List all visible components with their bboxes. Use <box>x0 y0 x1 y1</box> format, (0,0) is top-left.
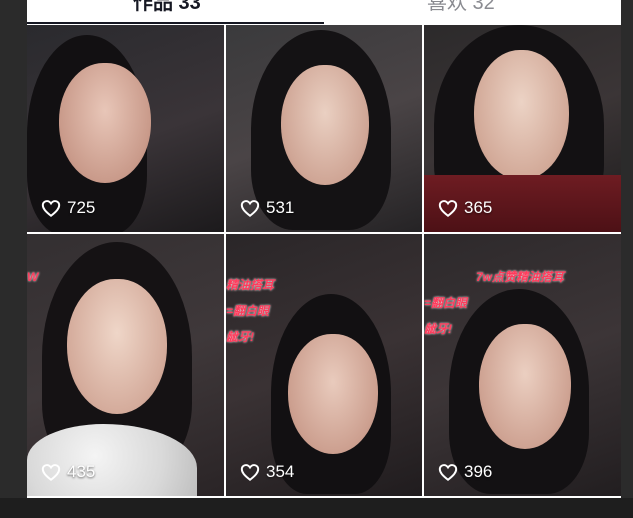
video-thumbnail[interactable]: 531 <box>226 25 422 232</box>
video-thumbnail[interactable]: 725 <box>27 25 224 232</box>
tab-works[interactable]: 作品 33 <box>133 0 201 18</box>
like-count-value: 354 <box>266 462 295 481</box>
thumbnail-face <box>288 334 378 454</box>
like-count-value: 396 <box>464 462 493 481</box>
like-count-value: 365 <box>464 198 493 217</box>
thumbnail-face <box>474 50 569 180</box>
heart-icon <box>438 200 458 217</box>
overlay-caption: =翻白眼 <box>226 304 270 318</box>
video-thumbnail[interactable]: W 435 <box>27 234 224 496</box>
overlay-caption: 龇牙! <box>424 322 452 336</box>
heart-icon <box>438 464 458 481</box>
thumbnail-face <box>479 324 571 449</box>
like-count: 725 <box>41 198 95 218</box>
next-row-peek <box>0 498 633 518</box>
like-count: 365 <box>438 198 492 218</box>
overlay-caption: 龇牙! <box>226 330 254 344</box>
like-count: 396 <box>438 462 492 482</box>
heart-icon <box>41 464 61 481</box>
like-count: 354 <box>240 462 294 482</box>
thumbnail-face <box>67 279 167 414</box>
active-tab-indicator <box>27 22 324 24</box>
profile-tabs: 作品 33 喜欢 32 <box>27 0 621 24</box>
overlay-caption: =翻白眼 <box>424 296 468 310</box>
like-count: 531 <box>240 198 294 218</box>
video-thumbnail[interactable]: 7w点赞精油搭耳 =翻白眼 龇牙! 396 <box>424 234 621 496</box>
profile-screen: 作品 33 喜欢 32 725 531 365 W 435 精油搭耳 =翻白眼 … <box>27 0 621 518</box>
overlay-caption: W <box>27 270 39 284</box>
thumbnail-face <box>59 63 151 183</box>
tab-likes[interactable]: 喜欢 32 <box>427 0 495 18</box>
video-thumbnail[interactable]: 365 <box>424 25 621 232</box>
thumbnail-face <box>281 65 369 185</box>
overlay-caption: 精油搭耳 <box>226 278 275 292</box>
like-count-value: 531 <box>266 198 295 217</box>
overlay-caption: 7w点赞精油搭耳 <box>476 270 565 284</box>
video-thumbnail[interactable]: 精油搭耳 =翻白眼 龇牙! 354 <box>226 234 422 496</box>
like-count-value: 435 <box>67 462 96 481</box>
heart-icon <box>240 464 260 481</box>
like-count: 435 <box>41 462 95 482</box>
video-grid: 725 531 365 W 435 精油搭耳 =翻白眼 龇牙! 354 7w点赞… <box>27 25 621 518</box>
heart-icon <box>240 200 260 217</box>
like-count-value: 725 <box>67 198 96 217</box>
heart-icon <box>41 200 61 217</box>
